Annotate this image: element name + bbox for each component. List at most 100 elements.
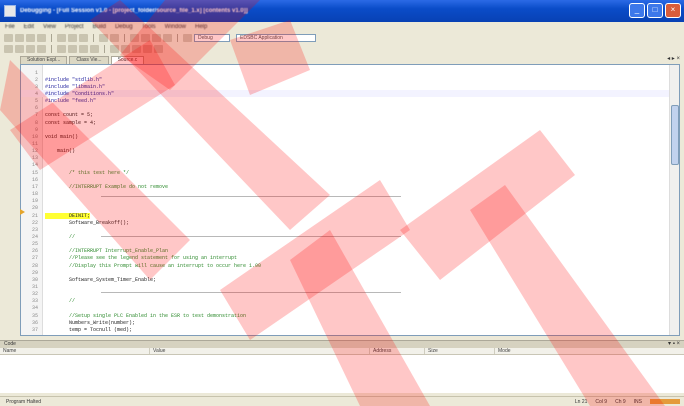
column-address[interactable]: Address <box>370 348 425 354</box>
code-line[interactable]: 37 temp = Tocnull (med); <box>21 326 669 333</box>
code-text[interactable]: Software_Breakoff(); <box>45 220 129 226</box>
menu-project[interactable]: Project <box>65 24 84 30</box>
code-line[interactable]: 31 <box>21 284 669 291</box>
code-line[interactable]: 16 <box>21 176 669 183</box>
column-name[interactable]: Name <box>0 348 150 354</box>
menu-tools[interactable]: Tools <box>142 24 156 30</box>
indent-icon[interactable] <box>132 44 141 53</box>
config-select[interactable]: Debug <box>194 33 230 42</box>
run-icon[interactable] <box>163 33 172 42</box>
menu-file[interactable]: File <box>5 24 15 30</box>
scrollbar-thumb[interactable] <box>671 105 679 165</box>
code-editor[interactable]: 1 2 #include "stdlib.h" 3 #include "libmain.… <box>20 64 680 336</box>
code-line[interactable]: 19 <box>21 198 669 205</box>
code-text[interactable]: #include "libmain.h" <box>45 84 105 90</box>
find-icon[interactable] <box>130 33 139 42</box>
code-text[interactable]: // <box>45 298 75 304</box>
vertical-scrollbar[interactable] <box>669 65 679 335</box>
new-file-icon[interactable] <box>4 33 13 42</box>
code-line[interactable]: 12 main() <box>21 148 669 155</box>
code-line[interactable]: 1 <box>21 69 669 76</box>
code-text[interactable]: Software_System_Timer_Enable; <box>45 277 156 283</box>
menu-view[interactable]: View <box>43 24 56 30</box>
cut-icon[interactable] <box>57 33 66 42</box>
menu-help[interactable]: Help <box>195 24 207 30</box>
code-line[interactable]: 4 #include "Conditions.h" <box>21 90 669 98</box>
code-line[interactable]: 9 <box>21 126 669 133</box>
watch-icon[interactable] <box>68 44 77 53</box>
registers-icon[interactable] <box>90 44 99 53</box>
code-line[interactable]: 25 <box>21 241 669 248</box>
tab-class-view[interactable]: Class Vie... <box>69 56 109 64</box>
menu-edit[interactable]: Edit <box>24 24 34 30</box>
memory-icon[interactable] <box>79 44 88 53</box>
menu-debug[interactable]: Debug <box>115 24 133 30</box>
code-line[interactable]: 23 <box>21 226 669 233</box>
code-text[interactable]: #include "Conditions.h" <box>45 91 114 97</box>
reset-icon[interactable] <box>154 44 163 53</box>
code-text[interactable]: DEINIT; <box>45 212 91 219</box>
target-select[interactable]: EDSBC Application <box>236 33 316 42</box>
step-over-icon[interactable] <box>15 44 24 53</box>
outdent-icon[interactable] <box>143 44 152 53</box>
tab-solution-explorer[interactable]: Solution Expl... <box>20 56 68 64</box>
code-line[interactable]: 2 #include "stdlib.h" <box>21 76 669 83</box>
code-line[interactable]: 15 /* this test here */ <box>21 169 669 176</box>
column-mode[interactable]: Mode <box>495 348 684 354</box>
step-out-icon[interactable] <box>26 44 35 53</box>
minimize-icon[interactable]: _ <box>629 3 645 18</box>
code-line[interactable]: 28 //Display this Prompt will cause an i… <box>21 262 669 269</box>
column-value[interactable]: Value <box>150 348 370 354</box>
code-line[interactable]: 3 #include "libmain.h" <box>21 83 669 90</box>
tab-source[interactable]: Source.c <box>110 56 145 64</box>
code-text[interactable]: const count = 5; <box>45 112 93 118</box>
code-text[interactable]: Numbers_Write(number); <box>45 320 135 326</box>
bookmark-icon[interactable] <box>141 33 150 42</box>
column-size[interactable]: Size <box>425 348 495 354</box>
save-all-icon[interactable] <box>37 33 46 42</box>
code-text[interactable]: //Please see the legend statement for us… <box>45 255 237 261</box>
output-panel-body[interactable] <box>0 355 684 393</box>
code-text[interactable]: //INTERRUPT Interrupt_Enable_Plan <box>45 248 168 254</box>
code-line[interactable]: 36 Numbers_Write(number); <box>21 319 669 326</box>
code-text[interactable]: const sample = 4; <box>45 120 96 126</box>
code-line[interactable]: 10 void main() <box>21 133 669 140</box>
save-icon[interactable] <box>26 33 35 42</box>
menu-build[interactable]: Build <box>93 24 106 30</box>
code-line[interactable]: 8 const sample = 4; <box>21 119 669 126</box>
code-text[interactable]: //Display this Prompt will cause an inte… <box>45 263 261 269</box>
close-icon[interactable]: × <box>665 3 681 18</box>
code-line[interactable]: 34 <box>21 305 669 312</box>
code-line[interactable]: 7 const count = 5; <box>21 112 669 119</box>
code-line[interactable]: 17 //INTERRUPT Example do not remove <box>21 183 669 190</box>
code-text[interactable]: /* this test here */ <box>45 170 129 176</box>
code-line[interactable]: 35 //Setup single PLC Enabled in the ESR… <box>21 312 669 319</box>
code-text[interactable]: //INTERRUPT Example do not remove <box>45 184 168 190</box>
code-line[interactable]: 33 // <box>21 298 669 305</box>
uncomment-icon[interactable] <box>121 44 130 53</box>
run-to-cursor-icon[interactable] <box>37 44 46 53</box>
code-line[interactable]: 30 Software_System_Timer_Enable; <box>21 276 669 283</box>
code-text[interactable]: //Setup single PLC Enabled in the ESR to… <box>45 313 246 319</box>
code-text[interactable]: temp = Tocnull (med); <box>45 327 132 333</box>
breakpoint-icon[interactable] <box>57 44 66 53</box>
code-line[interactable]: 20 <box>21 205 669 212</box>
open-folder-icon[interactable] <box>15 33 24 42</box>
code-line[interactable]: 21 DEINIT; <box>21 212 669 219</box>
menu-window[interactable]: Window <box>165 24 186 30</box>
code-line[interactable]: 27 //Please see the legend statement for… <box>21 255 669 262</box>
code-text[interactable]: void main() <box>45 134 78 140</box>
code-line[interactable]: 13 <box>21 155 669 162</box>
code-line[interactable]: 5 #include "feed.h" <box>21 98 669 105</box>
debug-icon[interactable] <box>183 33 192 42</box>
code-line[interactable]: 22 Software_Breakoff(); <box>21 219 669 226</box>
undo-icon[interactable] <box>99 33 108 42</box>
copy-icon[interactable] <box>68 33 77 42</box>
code-line[interactable]: 29 <box>21 269 669 276</box>
code-text[interactable]: main() <box>45 148 75 154</box>
step-into-icon[interactable] <box>4 44 13 53</box>
paste-icon[interactable] <box>79 33 88 42</box>
build-icon[interactable] <box>152 33 161 42</box>
code-text[interactable]: // <box>45 234 75 240</box>
code-text[interactable]: #include "stdlib.h" <box>45 77 102 83</box>
